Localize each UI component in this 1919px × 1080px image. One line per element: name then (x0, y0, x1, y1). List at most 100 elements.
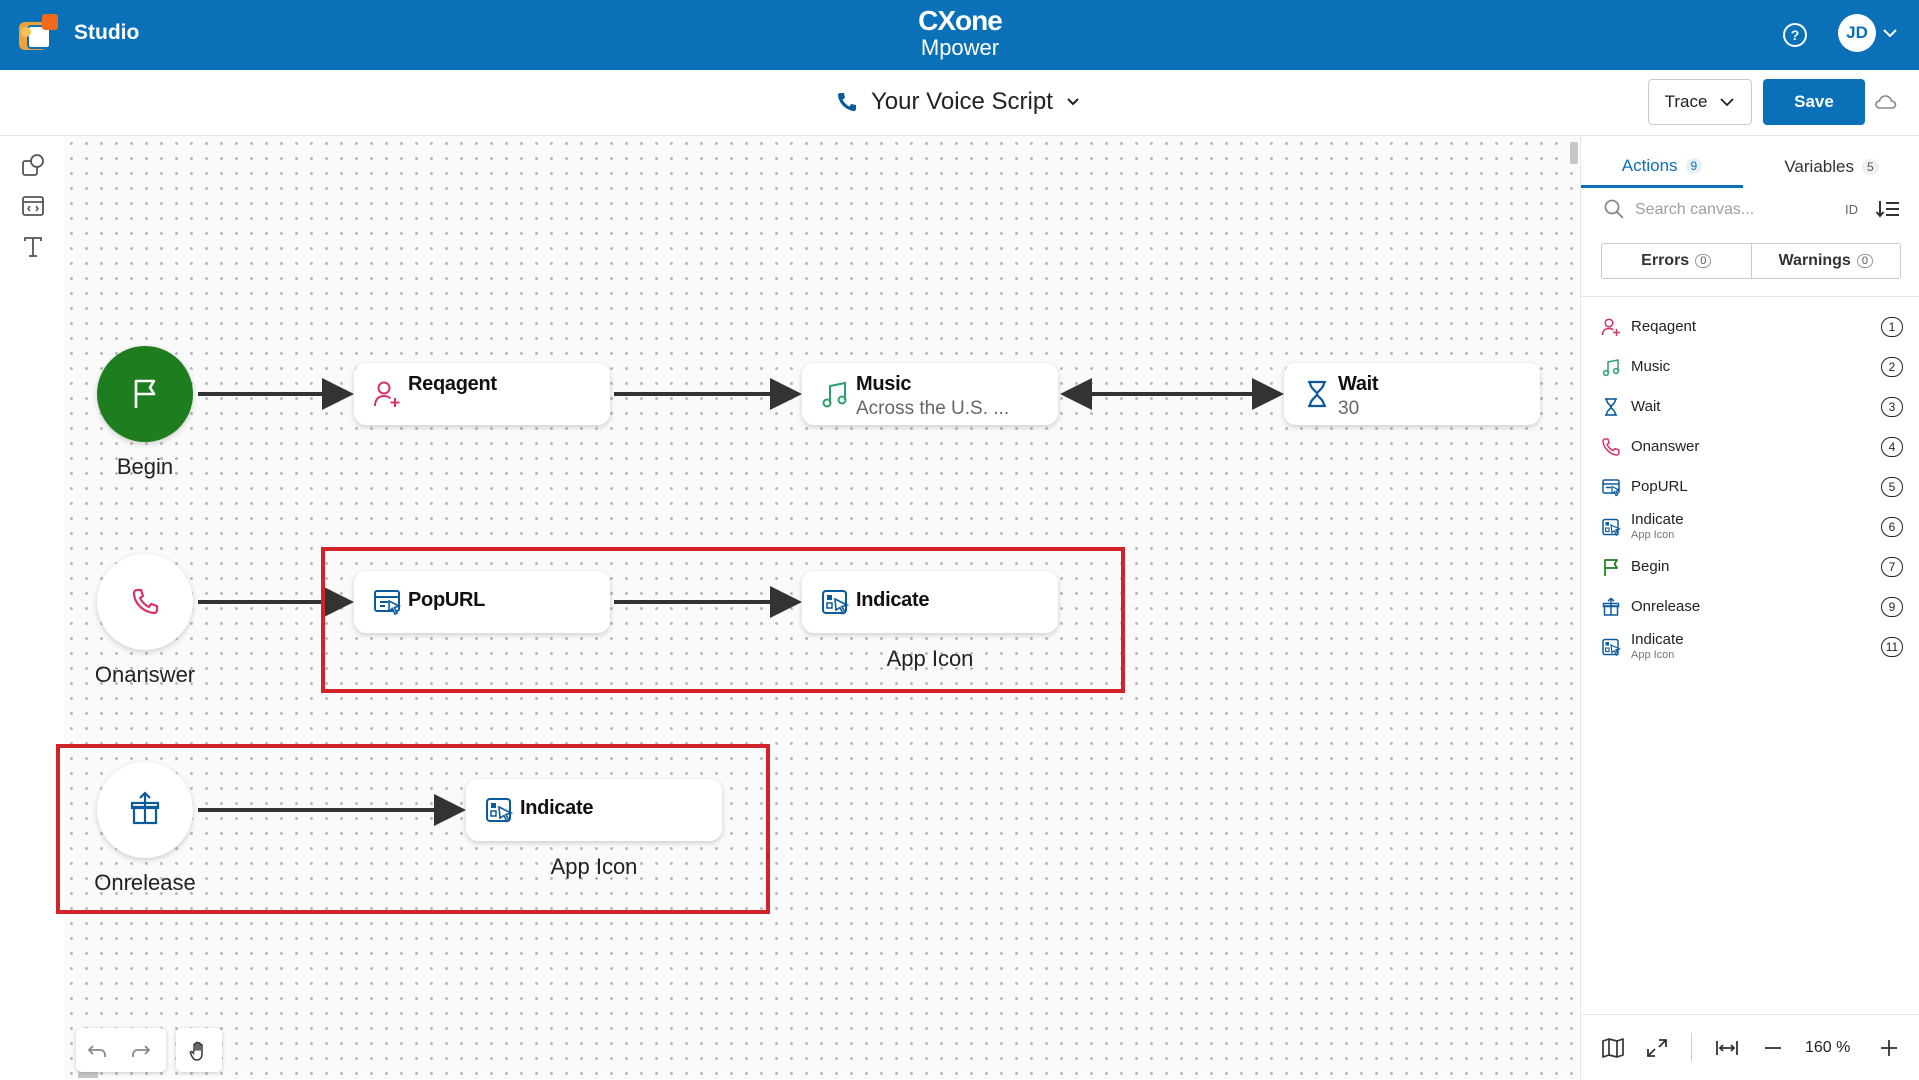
search-icon (1603, 198, 1625, 220)
hourglass-icon (1308, 380, 1326, 408)
popurl-icon (1602, 479, 1621, 497)
list-item-label: Reqagent (1631, 318, 1697, 335)
tab-variables-count: 5 (1861, 159, 1879, 175)
list-item-wait[interactable]: Wait 3 (1581, 388, 1919, 426)
list-item-onrelease[interactable]: Onrelease 9 (1581, 588, 1919, 626)
wait-title: Wait (1338, 373, 1379, 395)
list-item-sublabel: App Icon (1631, 529, 1675, 541)
chevron-down-icon[interactable] (1881, 26, 1899, 40)
hand-icon[interactable] (188, 1040, 210, 1062)
save-button[interactable]: Save (1763, 79, 1865, 125)
music-node[interactable]: Music Across the U.S. ... (802, 363, 1058, 425)
highlight-box-1 (321, 547, 1125, 693)
user-avatar[interactable]: JD (1838, 14, 1876, 52)
redo-icon[interactable] (130, 1040, 152, 1062)
music-title: Music (856, 373, 912, 395)
brand-logo: CXone Mpower (900, 6, 1020, 64)
expand-icon[interactable] (1645, 1037, 1669, 1059)
flag-icon (1604, 559, 1618, 576)
indicate-icon (1602, 518, 1621, 537)
phone-icon (1602, 438, 1620, 456)
list-item-number: 6 (1881, 517, 1903, 537)
gift-icon (1602, 597, 1620, 616)
list-item-sublabel: App Icon (1631, 649, 1675, 661)
list-item-number: 5 (1881, 477, 1903, 497)
wait-subtitle: 30 (1338, 398, 1360, 419)
onanswer-node[interactable] (97, 554, 193, 650)
list-item-label: Indicate (1631, 631, 1684, 648)
warnings-count: 0 (1856, 254, 1873, 268)
onanswer-label: Onanswer (94, 662, 196, 687)
wait-node[interactable]: Wait 30 (1284, 363, 1540, 425)
list-item-begin[interactable]: Begin 7 (1581, 548, 1919, 586)
studio-logo-icon (16, 12, 60, 56)
shapes-tool-icon[interactable] (20, 152, 46, 178)
canvas-vertical-scrollbar[interactable] (1570, 142, 1578, 164)
issue-filter: Errors 0 Warnings 0 (1601, 243, 1901, 279)
sort-icon[interactable] (1875, 198, 1901, 220)
indicate-icon (1602, 638, 1621, 657)
help-icon[interactable]: ? (1782, 22, 1808, 48)
list-item-indicate[interactable]: Indicate App Icon 6 (1581, 508, 1919, 546)
list-item-label: PopURL (1631, 478, 1688, 495)
fit-width-icon[interactable] (1715, 1037, 1739, 1059)
warnings-filter-button[interactable]: Warnings 0 (1750, 244, 1901, 278)
list-item-number: 3 (1881, 397, 1903, 417)
music-icon (1602, 359, 1620, 377)
list-item-indicate[interactable]: Indicate App Icon 11 (1581, 628, 1919, 666)
left-toolbar (0, 136, 65, 1079)
list-item-reqagent[interactable]: Reqagent 1 (1581, 308, 1919, 346)
begin-node[interactable] (97, 346, 193, 442)
chevron-down-icon (1720, 98, 1735, 107)
tab-variables-label: Variables (1784, 157, 1854, 176)
list-item-number: 2 (1881, 357, 1903, 377)
reqagent-node[interactable]: Reqagent (354, 363, 610, 425)
list-item-onanswer[interactable]: Onanswer 4 (1581, 428, 1919, 466)
tab-variables[interactable]: Variables 5 (1743, 146, 1919, 188)
id-toggle[interactable]: ID (1845, 202, 1858, 217)
app-name: Studio (74, 21, 140, 44)
chevron-down-icon (1067, 98, 1079, 106)
zoom-in-icon[interactable] (1877, 1037, 1901, 1059)
text-tool-icon[interactable] (20, 234, 46, 260)
hourglass-icon (1605, 398, 1617, 416)
warnings-label: Warnings (1778, 252, 1851, 269)
music-subtitle: Across the U.S. ... (856, 398, 1010, 419)
footer-separator (1691, 1033, 1692, 1061)
script-title: Your Voice Script (871, 88, 1053, 115)
search-input[interactable] (1633, 194, 1837, 226)
svg-text:?: ? (1791, 27, 1800, 43)
list-item-label: Indicate (1631, 511, 1684, 528)
highlight-box-2 (56, 744, 770, 914)
undo-redo-controls (76, 1028, 166, 1072)
brand-line-2: Mpower (920, 35, 1000, 60)
errors-label: Errors (1641, 252, 1690, 269)
list-item-label: Music (1631, 358, 1671, 375)
list-item-label: Wait (1631, 398, 1661, 415)
pan-control (176, 1028, 222, 1072)
list-item-label: Begin (1631, 558, 1670, 575)
list-item-music[interactable]: Music 2 (1581, 348, 1919, 386)
snippet-tool-icon[interactable] (20, 193, 46, 219)
begin-label: Begin (116, 454, 174, 479)
tab-actions[interactable]: Actions 9 (1581, 146, 1743, 188)
zoom-level: 160 % (1805, 1039, 1851, 1056)
list-item-number: 11 (1881, 637, 1903, 657)
trace-label: Trace (1664, 92, 1708, 111)
map-icon[interactable] (1601, 1037, 1625, 1059)
list-item-number: 9 (1881, 597, 1903, 617)
list-item-number: 1 (1881, 317, 1903, 337)
zoom-out-icon[interactable] (1761, 1037, 1785, 1059)
reqagent-title: Reqagent (408, 373, 497, 395)
script-selector[interactable]: Your Voice Script (835, 86, 1081, 118)
list-item-number: 4 (1881, 437, 1903, 457)
errors-filter-button[interactable]: Errors 0 (1602, 244, 1751, 278)
tab-actions-label: Actions (1621, 155, 1678, 175)
cloud-icon (1874, 92, 1898, 112)
list-item-popurl[interactable]: PopURL 5 (1581, 468, 1919, 506)
list-item-label: Onanswer (1631, 438, 1700, 455)
trace-dropdown[interactable]: Trace (1648, 79, 1752, 125)
list-item-number: 7 (1881, 557, 1903, 577)
panel-divider (1581, 296, 1919, 297)
undo-icon[interactable] (86, 1040, 108, 1062)
